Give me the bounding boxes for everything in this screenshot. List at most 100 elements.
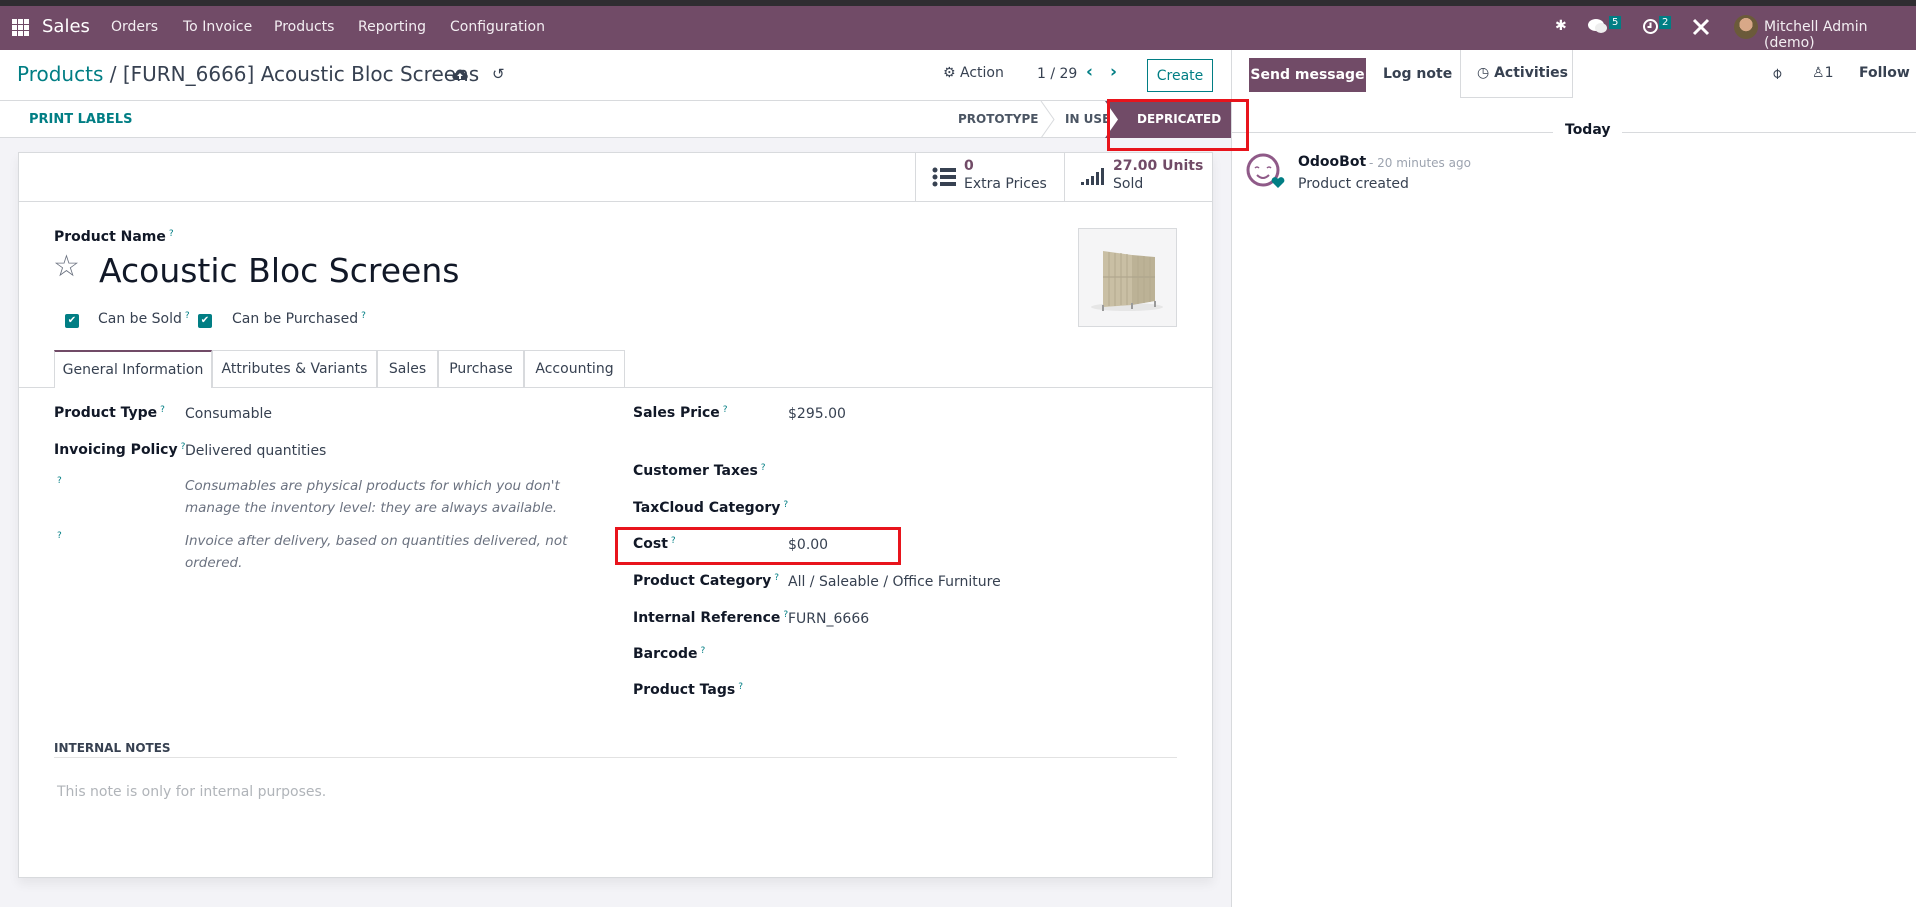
menu-products[interactable]: Products [274, 19, 334, 35]
user-icon: ♙ [1812, 65, 1825, 81]
breadcrumb-separator: / [109, 62, 117, 86]
tab-purchase[interactable]: Purchase [438, 350, 524, 387]
help-tooltip-icon[interactable]: ? [723, 405, 728, 415]
stage-in-use[interactable]: IN USE [1065, 101, 1110, 138]
message-body: Product created [1298, 176, 1409, 192]
product-image[interactable] [1078, 228, 1177, 327]
activities-count-badge: 2 [1659, 16, 1672, 29]
user-name[interactable]: Mitchell Admin (demo) [1764, 19, 1916, 51]
menu-to-invoice[interactable]: To Invoice [183, 19, 252, 35]
tab-sales[interactable]: Sales [377, 350, 438, 387]
stage-separator [1040, 101, 1055, 138]
messages-icon[interactable] [1588, 17, 1608, 39]
menu-orders[interactable]: Orders [111, 19, 158, 35]
can-be-sold-label: Can be Sold? [98, 311, 190, 327]
help-tooltip-icon[interactable]: ? [738, 682, 743, 692]
stat-units-sold-value: 27.00 Units [1113, 158, 1204, 174]
product-type-value[interactable]: Consumable [185, 406, 272, 422]
messages-count-badge: 5 [1609, 16, 1622, 29]
action-menu-button[interactable]: ⚙ Action [943, 65, 1004, 81]
help-tooltip-icon[interactable]: ? [169, 229, 174, 239]
tools-icon[interactable] [1691, 17, 1711, 41]
app-name[interactable]: Sales [42, 16, 90, 37]
debug-bug-icon[interactable]: ✱ [1555, 18, 1567, 34]
menu-reporting[interactable]: Reporting [358, 19, 426, 35]
followers-button[interactable]: ♙1 [1812, 65, 1833, 81]
app-menu-grid-icon[interactable] [12, 19, 29, 36]
odoobot-avatar-icon [1246, 153, 1285, 188]
highlight-box-cost [615, 527, 901, 565]
status-bar: PRINT LABELS PROTOTYPE IN USE DEPRICATED [0, 101, 1231, 138]
activities-clock-icon[interactable] [1642, 18, 1659, 39]
help-tooltip-icon[interactable]: ? [774, 573, 779, 583]
barcode-label: Barcode? [633, 646, 705, 662]
internal-reference-value[interactable]: FURN_6666 [788, 611, 869, 627]
stat-extra-prices-button[interactable]: 0 Extra Prices [915, 153, 1064, 202]
activities-label-text: Activities [1494, 65, 1568, 81]
help-tooltip-icon[interactable]: ? [160, 405, 165, 415]
internal-notes-divider [54, 757, 1177, 758]
help-tooltip-icon[interactable]: ? [57, 531, 62, 541]
customer-taxes-label: Customer Taxes? [633, 463, 766, 479]
can-be-sold-label-text: Can be Sold [98, 311, 182, 327]
send-message-button[interactable]: Send message [1249, 58, 1366, 92]
invoicing-policy-value[interactable]: Delivered quantities [185, 443, 326, 459]
clock-icon: ◷ [1477, 65, 1490, 81]
followers-count: 1 [1824, 65, 1834, 81]
list-icon [932, 167, 956, 187]
tab-accounting[interactable]: Accounting [524, 350, 625, 387]
sales-price-value[interactable]: $295.00 [788, 406, 846, 422]
print-labels-button[interactable]: PRINT LABELS [29, 112, 132, 127]
product-name-label: Product Name? [54, 229, 174, 245]
help-tooltip-icon[interactable]: ? [700, 646, 705, 656]
stat-extra-prices-label: Extra Prices [964, 176, 1047, 192]
pager-value[interactable]: 1 / 29 [1037, 66, 1077, 82]
product-type-label: Product Type? [54, 405, 165, 421]
tab-attributes-variants[interactable]: Attributes & Variants [212, 350, 377, 387]
favorite-star-icon[interactable]: ☆ [53, 249, 80, 284]
product-category-label-text: Product Category [633, 573, 772, 589]
breadcrumb-products-link[interactable]: Products [17, 62, 103, 86]
log-note-button[interactable]: Log note [1383, 66, 1452, 82]
taxcloud-category-label: TaxCloud Category? [633, 500, 788, 516]
invoicing-policy-hint: Invoice after delivery, based on quantit… [185, 533, 568, 571]
help-tooltip-icon[interactable]: ? [57, 476, 62, 486]
message-time: - 20 minutes ago [1369, 156, 1471, 170]
pager-next-button[interactable]: › [1110, 62, 1117, 82]
invoicing-policy-label: Invoicing Policy? [54, 442, 185, 458]
can-be-purchased-label: Can be Purchased? [232, 311, 366, 327]
help-tooltip-icon[interactable]: ? [761, 463, 766, 473]
date-separator-label: Today [1553, 122, 1623, 138]
invoicing-policy-label-text: Invoicing Policy [54, 442, 178, 458]
user-avatar[interactable] [1734, 15, 1758, 39]
pager-previous-button[interactable]: ‹ [1086, 62, 1093, 82]
create-button[interactable]: Create [1147, 59, 1213, 92]
help-tooltip-icon[interactable]: ? [361, 311, 366, 321]
product-category-value[interactable]: All / Saleable / Office Furniture [788, 574, 1001, 590]
follow-button[interactable]: Follow [1859, 65, 1910, 81]
can-be-sold-checkbox[interactable]: ✔ [65, 314, 79, 328]
menu-configuration[interactable]: Configuration [450, 19, 545, 35]
help-tooltip-icon[interactable]: ? [185, 311, 190, 321]
discard-undo-icon[interactable]: ↺ [492, 65, 505, 83]
stat-units-sold-button[interactable]: 27.00 Units Sold [1064, 153, 1213, 202]
product-name-field[interactable]: Acoustic Bloc Screens [99, 251, 459, 290]
stage-prototype[interactable]: PROTOTYPE [958, 101, 1039, 138]
can-be-purchased-checkbox[interactable]: ✔ [198, 314, 212, 328]
product-tags-label-text: Product Tags [633, 682, 736, 698]
attachment-paperclip-icon[interactable]: ⌀ [1767, 63, 1786, 82]
internal-reference-label-text: Internal Reference [633, 610, 781, 626]
save-cloud-icon[interactable] [452, 67, 468, 86]
internal-notes-field[interactable]: This note is only for internal purposes. [57, 784, 326, 800]
stat-units-sold-label: Sold [1113, 176, 1144, 192]
message-author[interactable]: OdooBot [1298, 154, 1366, 170]
activities-button[interactable]: ◷ Activities [1460, 50, 1573, 98]
breadcrumb-current: [FURN_6666] Acoustic Bloc Screens [122, 62, 480, 86]
signal-bars-icon [1081, 168, 1104, 185]
tab-general-information[interactable]: General Information [54, 350, 212, 388]
help-tooltip-icon[interactable]: ? [783, 500, 788, 510]
sales-price-label: Sales Price? [633, 405, 728, 421]
product-category-label: Product Category? [633, 573, 779, 589]
acoustic-screen-image [1091, 251, 1163, 311]
chatter-panel: Send message Log note ◷ Activities ⌀ ♙1 … [1231, 50, 1916, 907]
